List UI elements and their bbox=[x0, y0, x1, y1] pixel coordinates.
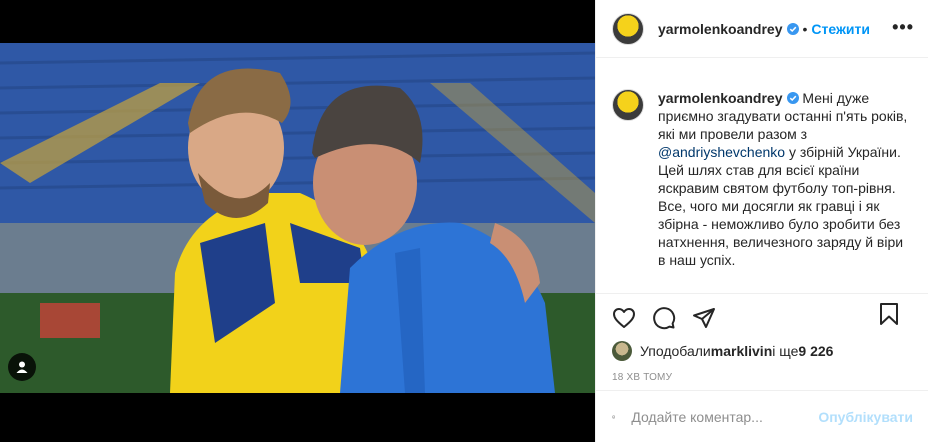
likes-middle: і ще bbox=[772, 343, 799, 359]
bookmark-icon[interactable] bbox=[877, 302, 901, 326]
caption-text-2: у збірній України. Цей шлях став для всі… bbox=[658, 144, 904, 268]
share-icon[interactable] bbox=[692, 306, 716, 330]
author-avatar[interactable] bbox=[612, 12, 644, 45]
liker-avatar[interactable] bbox=[612, 341, 632, 361]
caption-row: yarmolenkoandrey Мені дуже приємно згаду… bbox=[612, 89, 913, 269]
post-photo[interactable] bbox=[0, 43, 595, 393]
tag-button[interactable] bbox=[8, 353, 36, 381]
verified-badge-icon bbox=[786, 92, 799, 104]
likes-prefix: Уподобали bbox=[640, 343, 711, 359]
more-options-icon[interactable]: ••• bbox=[892, 18, 914, 36]
follow-button[interactable]: Стежити bbox=[811, 21, 870, 37]
post-sidebar: yarmolenkoandrey • Стежити ••• yarmolenk… bbox=[595, 0, 928, 442]
caption-avatar[interactable] bbox=[612, 89, 644, 121]
comments-area: yarmolenkoandrey Мені дуже приємно згаду… bbox=[596, 59, 928, 293]
verified-badge-icon bbox=[786, 22, 799, 35]
heart-icon[interactable] bbox=[612, 306, 636, 330]
post-header: yarmolenkoandrey • Стежити ••• bbox=[596, 0, 928, 58]
post-media bbox=[0, 0, 595, 442]
post-timestamp[interactable]: 18 ХВ ТОМУ bbox=[612, 372, 913, 383]
comment-icon[interactable] bbox=[652, 306, 676, 330]
liker-username[interactable]: marklivin bbox=[711, 343, 772, 359]
publish-button[interactable]: Опублікувати bbox=[818, 409, 913, 425]
user-tag-icon bbox=[16, 361, 28, 373]
post-actions: Уподобали marklivin і ще 9 226 18 ХВ ТОМ… bbox=[596, 293, 928, 383]
likes-summary: Уподобали marklivin і ще 9 226 bbox=[612, 340, 913, 362]
likes-count[interactable]: 9 226 bbox=[798, 343, 833, 359]
author-username[interactable]: yarmolenkoandrey bbox=[658, 21, 783, 37]
add-comment-bar: Опублікувати bbox=[596, 390, 928, 442]
caption-username[interactable]: yarmolenkoandrey bbox=[658, 90, 783, 106]
header-separator: • bbox=[802, 20, 808, 37]
caption-mention[interactable]: @andriyshevchenko bbox=[658, 144, 785, 160]
emoji-icon[interactable] bbox=[612, 405, 616, 429]
comment-input[interactable] bbox=[631, 408, 813, 425]
post-caption: yarmolenkoandrey Мені дуже приємно згаду… bbox=[658, 89, 908, 269]
action-icons bbox=[612, 298, 913, 338]
